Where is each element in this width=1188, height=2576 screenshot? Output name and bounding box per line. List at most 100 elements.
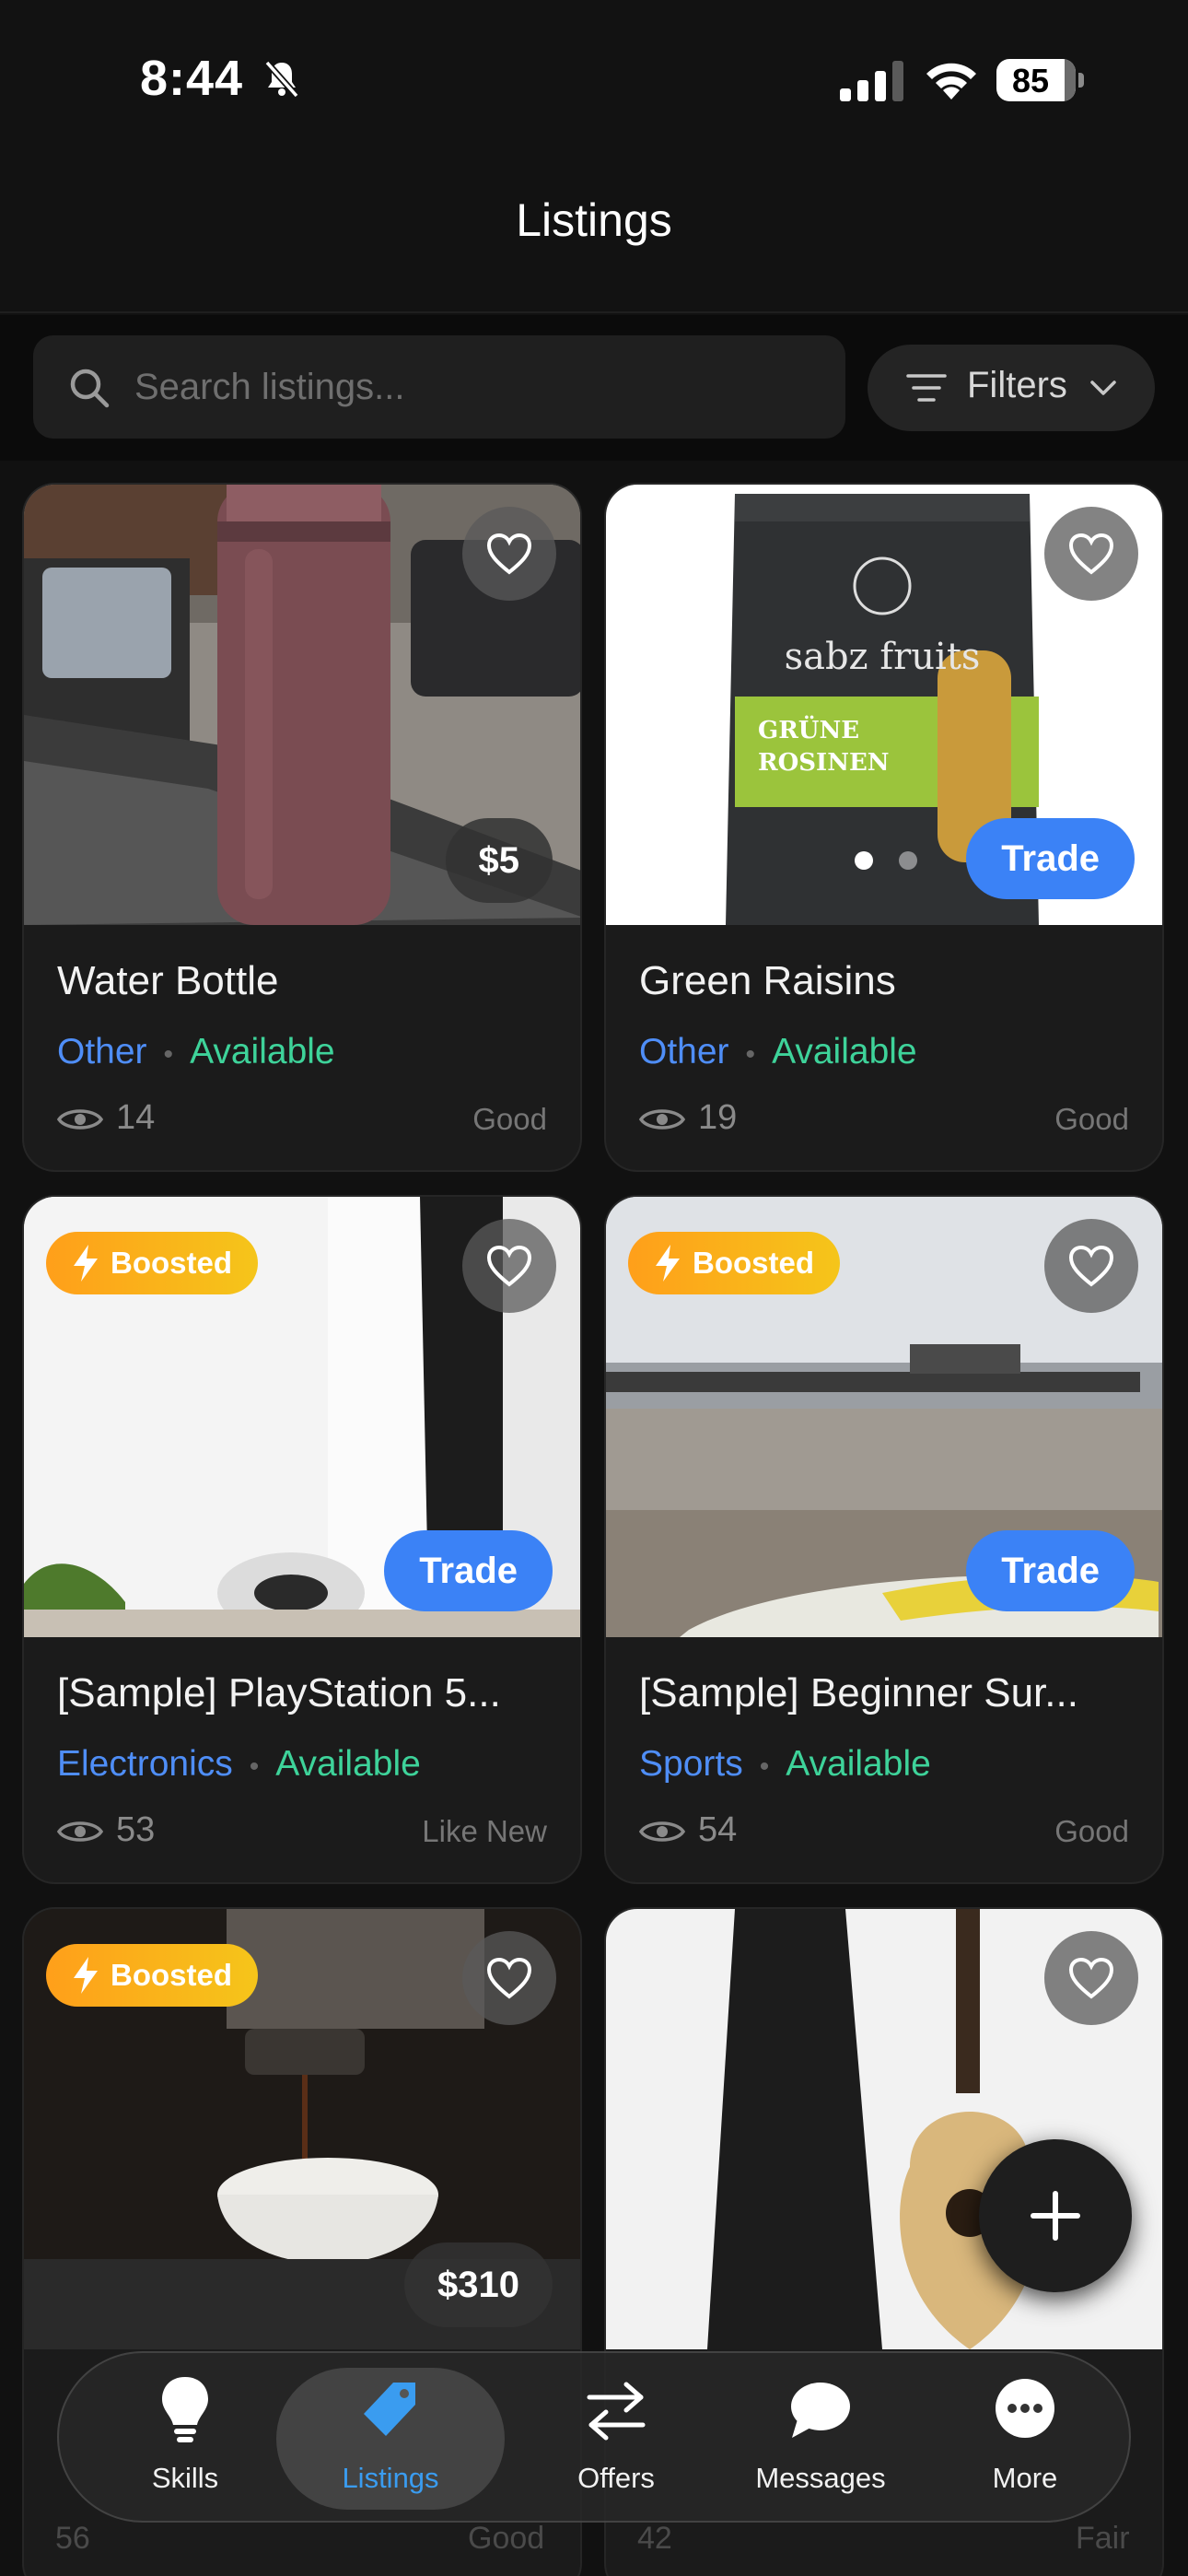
trade-badge: Trade <box>966 1530 1135 1611</box>
lightning-bolt-icon <box>74 1957 98 1994</box>
views-count: 54 <box>698 1810 738 1849</box>
tab-messages[interactable]: Messages <box>715 2353 926 2524</box>
filter-lines-icon <box>906 374 947 402</box>
listing-views: 19 <box>639 1098 737 1138</box>
search-icon <box>70 369 110 408</box>
bottom-tab-bar: Skills Listings Offers Messages More <box>57 2351 1131 2523</box>
signal-icon <box>840 61 903 101</box>
price-badge: $310 <box>404 2242 553 2327</box>
add-listing-button[interactable] <box>979 2139 1132 2292</box>
boosted-label: Boosted <box>693 1246 814 1280</box>
favorite-button[interactable] <box>462 1931 556 2025</box>
heart-icon <box>486 1245 532 1287</box>
trade-badge: Trade <box>384 1530 553 1611</box>
price-badge: $5 <box>445 818 553 903</box>
eye-icon <box>57 1821 103 1842</box>
listing-category[interactable]: Other <box>57 1032 147 1071</box>
boosted-badge: Boosted <box>628 1232 840 1294</box>
bell-muted-icon <box>264 60 299 99</box>
battery-level: 85 <box>1011 62 1050 100</box>
trade-badge: Trade <box>966 818 1135 899</box>
listing-category[interactable]: Sports <box>639 1744 743 1784</box>
search-box[interactable] <box>33 335 845 439</box>
tab-label: Listings <box>342 2462 439 2494</box>
listing-condition: Good <box>468 2521 545 2556</box>
page-title: Listings <box>516 194 672 246</box>
filters-label: Filters <box>967 365 1067 405</box>
tab-more[interactable]: More <box>919 2353 1131 2524</box>
heart-icon <box>486 533 532 575</box>
status-bar: 8:44 85 <box>0 0 1188 157</box>
listing-card[interactable]: $5 Water Bottle Other • Available 14 Good <box>22 483 582 1172</box>
listing-card[interactable]: sabz fruits GRÜNE ROSINEN Trade Green Ra… <box>604 483 1164 1172</box>
battery-indicator: 85 <box>996 59 1085 101</box>
tab-label: Offers <box>577 2462 655 2494</box>
listing-title: Water Bottle <box>57 958 279 1003</box>
heart-icon <box>1068 533 1114 575</box>
eye-icon <box>639 1109 685 1130</box>
listing-category[interactable]: Electronics <box>57 1744 233 1784</box>
eye-icon <box>639 1821 685 1842</box>
listing-title: [Sample] Beginner Sur... <box>639 1670 1078 1715</box>
heart-icon <box>1068 1957 1114 1999</box>
lightning-bolt-icon <box>656 1245 680 1282</box>
tab-label: Skills <box>151 2462 219 2494</box>
boosted-badge: Boosted <box>46 1944 258 2007</box>
listing-condition: Good <box>1054 1102 1129 1136</box>
heart-icon <box>1068 1245 1114 1287</box>
page-dot[interactable] <box>855 851 873 870</box>
search-row: Filters <box>0 315 1188 461</box>
listing-title: [Sample] PlayStation 5... <box>57 1670 501 1715</box>
views-count: 14 <box>116 1098 156 1137</box>
listing-condition: Like New <box>422 1814 547 1848</box>
boosted-label: Boosted <box>111 1958 232 1992</box>
listing-views: 54 <box>639 1810 737 1850</box>
boosted-label: Boosted <box>111 1246 232 1280</box>
lightbulb-icon <box>162 2377 208 2442</box>
page-dot[interactable] <box>899 851 917 870</box>
favorite-button[interactable] <box>1044 1219 1138 1313</box>
listing-meta: Sports • Available <box>639 1744 931 1784</box>
nav-header: Listings <box>0 157 1188 313</box>
more-dots-icon <box>996 2379 1054 2438</box>
tab-offers[interactable]: Offers <box>510 2353 722 2524</box>
listing-title: Green Raisins <box>639 958 896 1003</box>
listing-card[interactable]: Boosted Trade [Sample] Beginner Sur... S… <box>604 1195 1164 1884</box>
listing-status: Available <box>275 1744 421 1784</box>
listing-views: 14 <box>57 1098 155 1138</box>
listing-meta: Electronics • Available <box>57 1744 421 1784</box>
favorite-button[interactable] <box>1044 1931 1138 2025</box>
tab-label: Messages <box>755 2462 886 2494</box>
listing-status: Available <box>786 1744 931 1784</box>
tag-icon <box>364 2383 415 2436</box>
favorite-button[interactable] <box>462 1219 556 1313</box>
svg-text:ROSINEN: ROSINEN <box>758 749 890 777</box>
boosted-badge: Boosted <box>46 1232 258 1294</box>
listing-card[interactable]: Boosted Trade [Sample] PlayStation 5... … <box>22 1195 582 1884</box>
chevron-down-icon <box>1090 381 1116 395</box>
wifi-icon <box>926 63 976 100</box>
tab-skills[interactable]: Skills <box>79 2353 291 2524</box>
listing-status: Available <box>772 1032 917 1071</box>
views-count: 42 <box>637 2521 672 2556</box>
views-count: 19 <box>698 1098 738 1137</box>
swap-arrows-icon <box>587 2382 646 2441</box>
lightning-bolt-icon <box>74 1245 98 1282</box>
listing-status: Available <box>190 1032 335 1071</box>
search-input[interactable] <box>134 361 816 413</box>
tab-listings[interactable]: Listings <box>276 2368 505 2510</box>
filters-button[interactable]: Filters <box>868 345 1155 431</box>
plus-icon <box>1031 2191 1080 2241</box>
tab-label: More <box>992 2462 1058 2494</box>
chat-bubble-icon <box>791 2383 850 2438</box>
listing-views: 53 <box>57 1810 155 1850</box>
favorite-button[interactable] <box>1044 507 1138 601</box>
eye-icon <box>57 1109 103 1130</box>
listing-meta: Other • Available <box>639 1032 917 1071</box>
favorite-button[interactable] <box>462 507 556 601</box>
views-count: 53 <box>116 1810 156 1849</box>
listing-condition: Good <box>472 1102 547 1136</box>
listing-category[interactable]: Other <box>639 1032 729 1071</box>
views-count: 56 <box>55 2521 90 2556</box>
listing-condition: Good <box>1054 1814 1129 1848</box>
